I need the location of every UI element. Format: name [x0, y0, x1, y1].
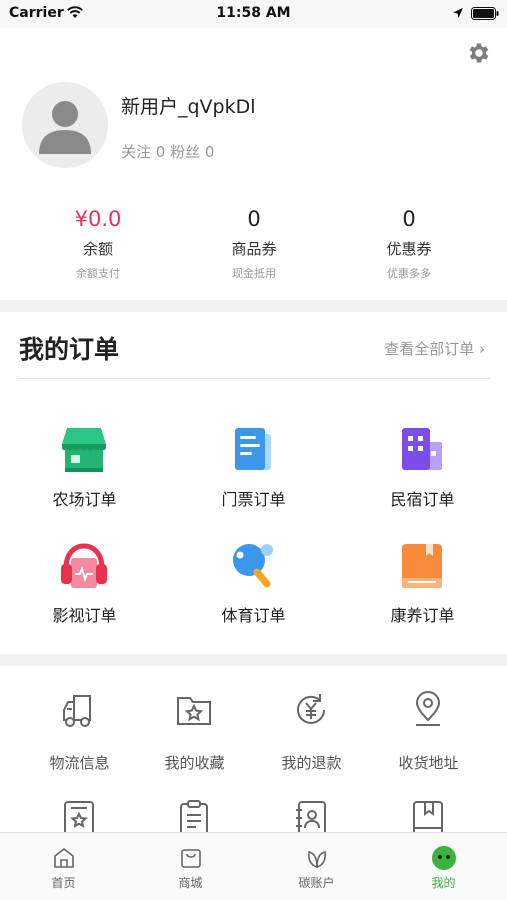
tab-home-label: 首页	[51, 876, 76, 890]
leaf-icon	[308, 851, 326, 869]
services-section: 物流信息 我的收藏 我的退款 收货地址	[0, 666, 507, 837]
service-refund[interactable]: 我的退款	[248, 690, 375, 800]
discount-coupon-sublabel: 优惠多多	[387, 267, 431, 280]
movie-icon	[61, 543, 107, 588]
bottom-tab-bar: 首页 商城 碳账户 我的	[0, 832, 507, 900]
truck-icon	[63, 695, 91, 727]
stat-goods-coupon[interactable]: 0 商品券 现金抵用	[170, 204, 338, 281]
location-pin-icon	[415, 691, 441, 726]
order-movie[interactable]: 影视订单	[0, 540, 169, 650]
tab-carbon-account-label: 碳账户	[298, 876, 335, 890]
order-farm-label: 农场订单	[52, 490, 117, 509]
my-orders-section: 我的订单 查看全部订单 › 农场订单 门票订单 民宿订单 影视订单 体育订单 康…	[0, 312, 507, 654]
order-ticket-label: 门票订单	[221, 490, 286, 509]
balance-sublabel: 余额支付	[76, 267, 120, 280]
home-icon	[54, 847, 74, 868]
goods-coupon-label: 商品券	[231, 240, 277, 258]
order-wellness-label: 康养订单	[390, 606, 455, 625]
balance-value: ¥0.0	[74, 207, 122, 231]
homestay-icon	[402, 428, 442, 470]
battery-icon	[471, 7, 499, 20]
goods-coupon-sublabel: 现金抵用	[232, 267, 276, 280]
tab-shop-label: 商城	[178, 876, 203, 890]
stat-discount-coupon[interactable]: 0 优惠券 优惠多多	[325, 204, 493, 281]
order-sports-label: 体育订单	[221, 606, 286, 625]
avatar[interactable]	[22, 82, 108, 168]
tab-mine[interactable]: 我的	[380, 833, 507, 900]
discount-coupon-label: 优惠券	[386, 240, 432, 258]
settings-gear-icon[interactable]	[466, 40, 492, 66]
divider	[18, 378, 490, 379]
wellness-icon	[402, 544, 442, 588]
service-favorites[interactable]: 我的收藏	[131, 690, 258, 800]
discount-coupon-value: 0	[402, 207, 416, 231]
service-address[interactable]: 收货地址	[365, 690, 492, 800]
ticket-icon	[235, 428, 271, 470]
service-refund-label: 我的退款	[281, 754, 342, 772]
order-movie-label: 影视订单	[52, 606, 117, 625]
order-homestay[interactable]: 民宿订单	[338, 424, 507, 534]
goods-coupon-value: 0	[247, 207, 261, 231]
status-time: 11:58 AM	[216, 5, 291, 21]
default-user-icon	[22, 82, 108, 168]
service-logistics-label: 物流信息	[49, 754, 110, 772]
view-all-orders-link[interactable]: 查看全部订单 ›	[384, 338, 485, 359]
balance-label: 余额	[82, 240, 113, 258]
order-ticket[interactable]: 门票订单	[169, 424, 338, 534]
farm-icon	[62, 428, 106, 472]
location-arrow-icon	[453, 8, 463, 18]
sports-icon	[233, 544, 273, 588]
follow-fans-count[interactable]: 关注 0 粉丝 0	[121, 141, 214, 162]
service-address-label: 收货地址	[398, 754, 459, 772]
orders-title: 我的订单	[19, 335, 120, 364]
order-sports[interactable]: 体育订单	[169, 540, 338, 650]
order-farm[interactable]: 农场订单	[0, 424, 169, 534]
tab-carbon-account[interactable]: 碳账户	[253, 833, 380, 900]
refund-icon	[297, 694, 325, 724]
stat-balance[interactable]: ¥0.0 余额 余额支付	[14, 204, 182, 281]
order-wellness[interactable]: 康养订单	[338, 540, 507, 650]
service-logistics[interactable]: 物流信息	[16, 690, 143, 800]
service-favorites-label: 我的收藏	[164, 754, 225, 772]
smiley-icon	[432, 846, 456, 870]
profile-card: 新用户_qVpkDl 关注 0 粉丝 0 ¥0.0 余额 余额支付 0 商品券 …	[0, 28, 507, 300]
tab-shop[interactable]: 商城	[127, 833, 254, 900]
shop-bag-icon	[181, 849, 201, 868]
favorites-folder-icon	[177, 697, 211, 725]
status-bar: Carrier 11:58 AM	[0, 0, 507, 28]
tab-home[interactable]: 首页	[0, 833, 127, 900]
username[interactable]: 新用户_qVpkDl	[121, 92, 256, 119]
order-homestay-label: 民宿订单	[390, 490, 455, 509]
tab-mine-label: 我的	[431, 876, 456, 890]
wallet-stats: ¥0.0 余额 余额支付 0 商品券 现金抵用 0 优惠券 优惠多多	[0, 204, 507, 284]
